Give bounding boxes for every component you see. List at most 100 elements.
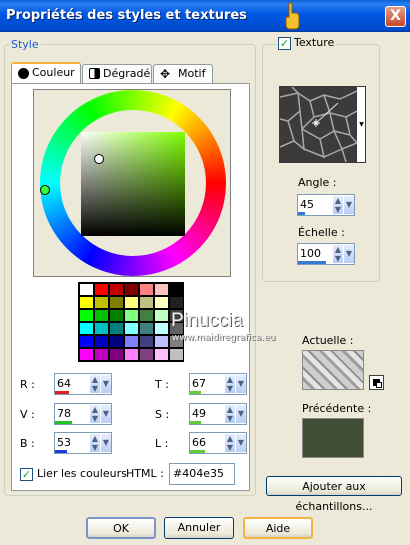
chevron-down-icon[interactable]: ▼ [235,405,246,423]
palette-swatch[interactable] [155,284,168,295]
channel-input[interactable] [192,377,218,390]
palette-swatch[interactable] [95,336,108,347]
ok-button[interactable]: OK [86,517,156,539]
palette-swatch[interactable] [110,284,123,295]
palette-swatch[interactable] [155,310,168,321]
chevron-down-icon[interactable]: ▼ [358,87,365,162]
cancel-button[interactable]: Annuler [164,517,234,539]
palette-swatch[interactable] [80,323,93,334]
palette-swatch[interactable] [155,323,168,334]
palette-swatch[interactable] [110,336,123,347]
palette-swatch[interactable] [125,284,138,295]
palette-swatch[interactable] [170,297,183,308]
html-hex-field[interactable] [169,463,235,485]
channel-input[interactable] [57,407,83,420]
color-palette[interactable] [78,282,184,362]
watermark-title: Pinuccia [171,310,243,331]
tab-couleur[interactable]: Couleur [11,62,81,84]
angle-level-bar [298,212,305,215]
close-button[interactable]: X [385,6,406,27]
palette-swatch[interactable] [125,323,138,334]
chevron-down-icon[interactable]: ▼ [100,434,111,452]
scale-spinner[interactable]: ▲▼ ▼ [297,243,355,265]
channel-spinner[interactable]: ▲▼▼ [54,432,112,454]
texture-label: Texture [294,36,335,49]
channel-spinner[interactable]: ▲▼▼ [189,403,247,425]
texture-checkbox[interactable]: ✓ [278,37,291,50]
scale-input[interactable] [300,247,326,260]
tab-degrade[interactable]: Dégradé [82,64,152,84]
tab-label: Dégradé [103,67,151,80]
angle-spinner[interactable]: ▲▼ ▼ [297,194,355,216]
channel-input[interactable] [192,407,218,420]
tab-motif[interactable]: ✥ Motif [153,64,213,84]
chevron-down-icon[interactable]: ▼ [235,434,246,452]
palette-swatch[interactable] [140,349,153,360]
hue-cursor[interactable] [40,185,50,195]
color-picker-area[interactable] [33,89,231,277]
palette-swatch[interactable] [125,310,138,321]
scale-level-bar [298,261,326,264]
spin-up-down-icon[interactable]: ▲ ▼ [224,375,235,393]
palette-swatch[interactable] [80,336,93,347]
palette-swatch[interactable] [80,297,93,308]
spin-up-down-icon[interactable]: ▲ ▼ [332,245,343,263]
palette-swatch[interactable] [155,297,168,308]
channel-spinner[interactable]: ▲▼▼ [189,373,247,395]
palette-swatch[interactable] [125,336,138,347]
spin-up-down-icon[interactable]: ▲ ▼ [89,434,100,452]
spin-up-down-icon[interactable]: ▲ ▼ [89,405,100,423]
palette-swatch[interactable] [110,297,123,308]
sl-cursor[interactable] [94,154,104,164]
palette-swatch[interactable] [140,336,153,347]
help-button[interactable]: Aide [243,517,313,539]
palette-swatch[interactable] [155,336,168,347]
palette-swatch[interactable] [95,284,108,295]
palette-swatch[interactable] [110,323,123,334]
chevron-down-icon[interactable]: ▼ [235,375,246,393]
palette-swatch[interactable] [140,284,153,295]
palette-swatch[interactable] [125,349,138,360]
palette-swatch[interactable] [155,349,168,360]
palette-swatch[interactable] [95,323,108,334]
chevron-down-icon[interactable]: ▼ [100,375,111,393]
channel-spinner[interactable]: ▲▼▼ [54,373,112,395]
palette-swatch[interactable] [125,297,138,308]
tab-label: Motif [178,67,206,80]
channel-input[interactable] [57,436,83,449]
palette-swatch[interactable] [140,297,153,308]
texture-preview[interactable]: ▼ [279,86,366,163]
palette-swatch[interactable] [170,349,183,360]
spin-up-down-icon[interactable]: ▲ ▼ [332,196,343,214]
chevron-down-icon[interactable]: ▼ [343,245,354,263]
scale-label: Échelle : [298,226,345,239]
palette-swatch[interactable] [95,310,108,321]
channel-input[interactable] [57,377,83,390]
angle-input[interactable] [300,198,326,211]
previous-style-swatch[interactable] [302,418,364,458]
html-hex-input[interactable] [173,467,233,480]
palette-swatch[interactable] [140,310,153,321]
add-to-swatches-button[interactable]: Ajouter aux échantillons... [266,476,402,513]
palette-swatch[interactable] [110,349,123,360]
palette-swatch[interactable] [80,284,93,295]
chevron-down-icon[interactable]: ▼ [100,405,111,423]
spin-up-down-icon[interactable]: ▲ ▼ [89,375,100,393]
swap-icon[interactable] [369,375,384,390]
channel-spinner[interactable]: ▲▼▼ [189,432,247,454]
palette-swatch[interactable] [80,310,93,321]
chevron-down-icon[interactable]: ▼ [343,196,354,214]
palette-swatch[interactable] [95,349,108,360]
spin-up-down-icon[interactable]: ▲ ▼ [224,405,235,423]
palette-swatch[interactable] [140,323,153,334]
palette-swatch[interactable] [80,349,93,360]
channel-input[interactable] [192,436,218,449]
palette-swatch[interactable] [170,284,183,295]
channel-spinner[interactable]: ▲▼▼ [54,403,112,425]
circle-icon [18,68,29,79]
palette-swatch[interactable] [110,310,123,321]
saturation-lightness-square[interactable] [81,132,185,236]
palette-swatch[interactable] [95,297,108,308]
link-colors-checkbox[interactable]: ✓ [20,468,33,481]
spin-up-down-icon[interactable]: ▲ ▼ [224,434,235,452]
